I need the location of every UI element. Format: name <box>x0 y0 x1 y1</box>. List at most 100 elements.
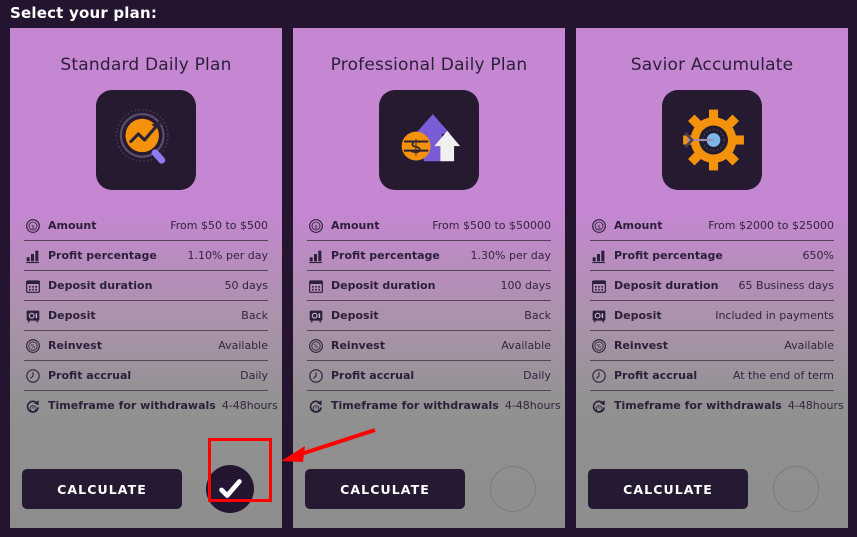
plan-detail-value: 4-48hours <box>787 399 844 412</box>
plan-detail-row: % Reinvest Available <box>307 331 551 361</box>
clock-icon <box>24 367 41 384</box>
plan-detail-value: 100 days <box>500 279 551 292</box>
plan-detail-row: $ Amount From $50 to $500 <box>24 211 268 241</box>
page-title: Select your plan: <box>10 4 158 22</box>
plan-card-footer: CALCULATE <box>10 450 282 528</box>
plan-card-standard-daily-plan[interactable]: Standard Daily Plan $ Amount From $50 to $5… <box>10 28 282 528</box>
plan-detail-label: Deposit duration <box>331 279 436 292</box>
svg-text:$: $ <box>410 136 422 158</box>
plan-detail-label: Profit percentage <box>48 249 157 262</box>
plan-card-footer: CALCULATE <box>293 450 565 528</box>
plan-detail-row: Timeframe for withdrawals 4-48hours <box>307 391 561 420</box>
plan-detail-label: Profit accrual <box>48 369 132 382</box>
calculate-button[interactable]: CALCULATE <box>588 469 748 509</box>
plan-detail-label: Amount <box>614 219 663 232</box>
plan-selection-page: Select your plan: Standard Daily Plan $ Am… <box>0 0 857 537</box>
plan-card-list: Standard Daily Plan $ Amount From $50 to $5… <box>10 28 850 528</box>
plan-detail-row: Timeframe for withdrawals 4-48hours <box>590 391 844 420</box>
plan-detail-value: 65 Business days <box>738 279 834 292</box>
svg-text:$: $ <box>314 224 318 230</box>
plan-detail-rows: $ Amount From $50 to $500 Profit percentage… <box>24 211 278 420</box>
arrows-dollar-icon: $ <box>379 90 479 190</box>
gear-target-icon <box>662 90 762 190</box>
plan-detail-value: At the end of term <box>732 369 834 382</box>
plan-detail-label: Amount <box>48 219 97 232</box>
plan-detail-value: 4-48hours <box>221 399 278 412</box>
plan-card-title: Standard Daily Plan <box>60 55 232 75</box>
calculate-button[interactable]: CALCULATE <box>305 469 465 509</box>
plan-detail-label: Reinvest <box>614 339 668 352</box>
history-refresh-icon <box>24 397 41 414</box>
plan-detail-row: % Reinvest Available <box>590 331 834 361</box>
plan-detail-row: $ Amount From $2000 to $25000 <box>590 211 834 241</box>
plan-detail-value: Available <box>218 339 268 352</box>
plan-detail-label: Deposit <box>331 309 379 322</box>
safe-vault-icon <box>24 307 41 324</box>
plan-detail-value: 1.30% per day <box>470 249 551 262</box>
svg-text:%: % <box>313 344 318 350</box>
magnifier-chart-icon <box>96 90 196 190</box>
plan-detail-value: From $50 to $500 <box>170 219 268 232</box>
plan-card-title: Professional Daily Plan <box>330 55 528 75</box>
plan-detail-row: Deposit duration 50 days <box>24 271 268 301</box>
dollar-coin-icon: $ <box>24 217 41 234</box>
plan-detail-row: Timeframe for withdrawals 4-48hours <box>24 391 278 420</box>
plan-detail-label: Amount <box>331 219 380 232</box>
plan-detail-rows: $ Amount From $2000 to $25000 Profit percen… <box>590 211 844 420</box>
plan-detail-label: Deposit duration <box>48 279 153 292</box>
safe-vault-icon <box>307 307 324 324</box>
plan-detail-label: Timeframe for withdrawals <box>48 399 216 412</box>
plan-detail-row: Profit percentage 650% <box>590 241 834 271</box>
plan-detail-row: Profit accrual At the end of term <box>590 361 834 391</box>
standard-plan-select-radio[interactable] <box>206 465 254 513</box>
plan-detail-value: 650% <box>802 249 834 262</box>
svg-text:$: $ <box>31 224 35 230</box>
safe-vault-icon <box>590 307 607 324</box>
plan-select-radio[interactable] <box>773 466 819 512</box>
plan-detail-row: Deposit Back <box>24 301 268 331</box>
plan-detail-row: Deposit Back <box>307 301 551 331</box>
plan-detail-row: Deposit duration 100 days <box>307 271 551 301</box>
dollar-coin-icon: $ <box>590 217 607 234</box>
history-refresh-icon <box>307 397 324 414</box>
plan-detail-value: 1.10% per day <box>187 249 268 262</box>
plan-detail-label: Timeframe for withdrawals <box>331 399 499 412</box>
calendar-icon <box>590 277 607 294</box>
bar-chart-icon <box>590 247 607 264</box>
plan-icon-wrap <box>10 90 282 190</box>
plan-card-savior-accumulate[interactable]: Savior Accumulate $ Amount From $2000 to $2… <box>576 28 848 528</box>
plan-detail-label: Deposit duration <box>614 279 719 292</box>
bar-chart-icon <box>307 247 324 264</box>
plan-detail-value: Available <box>501 339 551 352</box>
plan-detail-value: Available <box>784 339 834 352</box>
plan-detail-value: Back <box>524 309 551 322</box>
plan-detail-row: Profit percentage 1.10% per day <box>24 241 268 271</box>
plan-detail-row: Profit accrual Daily <box>307 361 551 391</box>
check-icon <box>219 479 242 498</box>
plan-card-footer: CALCULATE <box>576 450 848 528</box>
plan-detail-value: 50 days <box>224 279 268 292</box>
bar-chart-icon <box>24 247 41 264</box>
plan-card-professional-daily-plan[interactable]: Professional Daily Plan $ $ Amount From $500… <box>293 28 565 528</box>
calendar-icon <box>307 277 324 294</box>
plan-detail-row: % Reinvest Available <box>24 331 268 361</box>
svg-text:%: % <box>30 344 35 350</box>
plan-detail-label: Deposit <box>614 309 662 322</box>
plan-detail-row: Deposit Included in payments <box>590 301 834 331</box>
plan-detail-rows: $ Amount From $500 to $50000 Profit percent… <box>307 211 561 420</box>
plan-select-radio[interactable] <box>490 466 536 512</box>
plan-detail-value: Back <box>241 309 268 322</box>
clock-icon <box>307 367 324 384</box>
plan-detail-row: Profit percentage 1.30% per day <box>307 241 551 271</box>
history-refresh-icon <box>590 397 607 414</box>
calculate-button[interactable]: CALCULATE <box>22 469 182 509</box>
svg-text:$: $ <box>597 224 601 230</box>
percent-circle-icon: % <box>590 337 607 354</box>
percent-circle-icon: % <box>24 337 41 354</box>
plan-detail-label: Profit accrual <box>614 369 698 382</box>
plan-detail-value: From $500 to $50000 <box>432 219 551 232</box>
svg-text:%: % <box>596 344 601 350</box>
plan-detail-label: Reinvest <box>331 339 385 352</box>
plan-detail-value: From $2000 to $25000 <box>708 219 834 232</box>
plan-detail-label: Deposit <box>48 309 96 322</box>
